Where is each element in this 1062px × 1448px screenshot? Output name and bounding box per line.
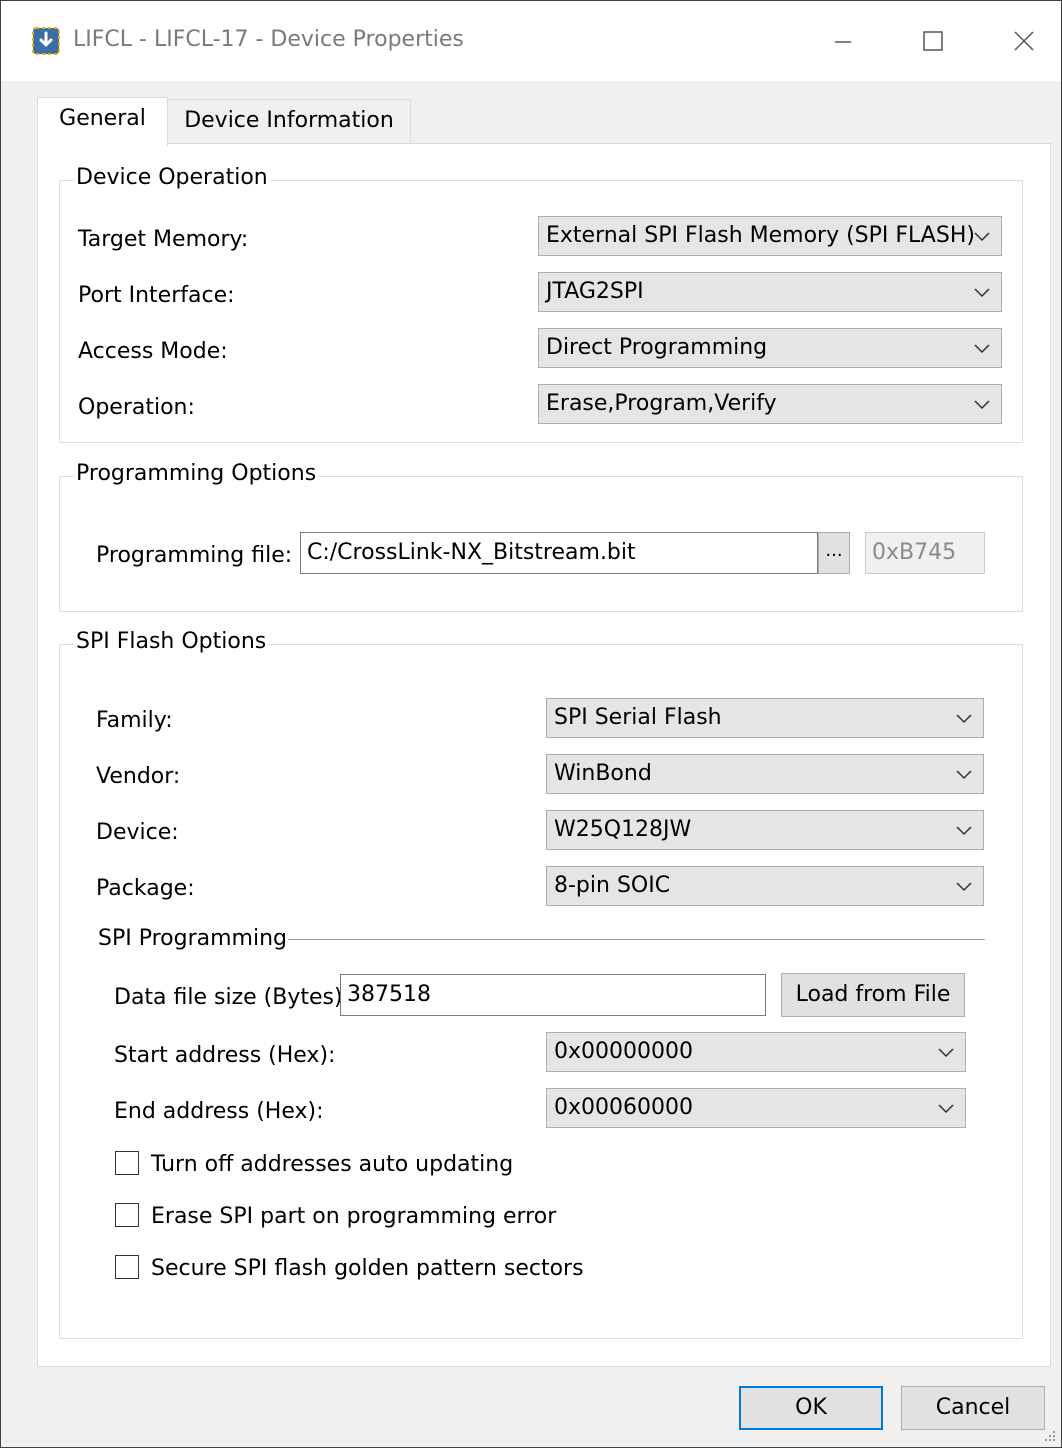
cancel-label: Cancel bbox=[935, 1395, 1011, 1420]
chevron-down-icon bbox=[974, 232, 990, 242]
chevron-down-icon bbox=[938, 1104, 954, 1114]
tab-general[interactable]: General bbox=[37, 97, 168, 146]
erase-on-error-checkbox[interactable] bbox=[115, 1203, 139, 1227]
package-label: Package: bbox=[96, 876, 195, 901]
access-mode-select[interactable]: Direct Programming bbox=[538, 328, 1002, 368]
device-operation-legend: Device Operation bbox=[74, 165, 270, 190]
minimize-icon bbox=[835, 41, 851, 43]
family-select[interactable]: SPI Serial Flash bbox=[546, 698, 984, 738]
programming-options-legend: Programming Options bbox=[74, 461, 319, 486]
minimize-button[interactable] bbox=[823, 21, 863, 61]
port-interface-label: Port Interface: bbox=[78, 283, 235, 308]
device-properties-dialog: LIFCL - LIFCL-17 - Device Properties Gen… bbox=[0, 0, 1062, 1448]
chevron-down-icon bbox=[956, 770, 972, 780]
checksum-field: 0xB745 bbox=[865, 532, 985, 574]
maximize-button[interactable] bbox=[913, 21, 953, 61]
operation-select[interactable]: Erase,Program,Verify bbox=[538, 384, 1002, 424]
programming-file-label: Programming file: bbox=[96, 543, 293, 568]
cancel-button[interactable]: Cancel bbox=[901, 1386, 1045, 1430]
family-value: SPI Serial Flash bbox=[554, 705, 722, 730]
load-from-file-button[interactable]: Load from File bbox=[781, 973, 965, 1017]
programming-file-value: C:/CrossLink-NX_Bitstream.bit bbox=[307, 540, 636, 565]
chevron-down-icon bbox=[956, 714, 972, 724]
general-tab-panel: Device Operation Target Memory: External… bbox=[37, 143, 1051, 1367]
target-memory-select[interactable]: External SPI Flash Memory (SPI FLASH) bbox=[538, 216, 1002, 256]
vendor-value: WinBond bbox=[554, 761, 652, 786]
package-select[interactable]: 8-pin SOIC bbox=[546, 866, 984, 906]
target-memory-label: Target Memory: bbox=[78, 227, 249, 252]
device-value: W25Q128JW bbox=[554, 817, 692, 842]
app-icon bbox=[32, 27, 60, 55]
access-mode-label: Access Mode: bbox=[78, 339, 228, 364]
title-bar[interactable]: LIFCL - LIFCL-17 - Device Properties bbox=[1, 1, 1061, 81]
browse-label: ... bbox=[825, 540, 843, 561]
resize-grip-icon[interactable] bbox=[1041, 1427, 1057, 1443]
browse-button[interactable]: ... bbox=[818, 532, 850, 574]
auto-update-addresses-label[interactable]: Turn off addresses auto updating bbox=[151, 1152, 513, 1177]
auto-update-addresses-checkbox[interactable] bbox=[115, 1151, 139, 1175]
programming-file-input[interactable]: C:/CrossLink-NX_Bitstream.bit bbox=[300, 532, 818, 574]
checksum-value: 0xB745 bbox=[872, 540, 957, 565]
data-file-size-input[interactable]: 387518 bbox=[340, 974, 766, 1016]
tab-device-information[interactable]: Device Information bbox=[167, 99, 411, 142]
operation-label: Operation: bbox=[78, 395, 195, 420]
end-address-label: End address (Hex): bbox=[114, 1099, 324, 1124]
port-interface-value: JTAG2SPI bbox=[546, 279, 644, 304]
operation-value: Erase,Program,Verify bbox=[546, 391, 777, 416]
window-title: LIFCL - LIFCL-17 - Device Properties bbox=[73, 27, 464, 52]
secure-golden-pattern-label[interactable]: Secure SPI flash golden pattern sectors bbox=[151, 1256, 584, 1281]
device-label: Device: bbox=[96, 820, 179, 845]
family-label: Family: bbox=[96, 708, 173, 733]
chevron-down-icon bbox=[974, 288, 990, 298]
port-interface-select[interactable]: JTAG2SPI bbox=[538, 272, 1002, 312]
vendor-label: Vendor: bbox=[96, 764, 181, 789]
start-address-label: Start address (Hex): bbox=[114, 1043, 336, 1068]
end-address-value: 0x00060000 bbox=[554, 1095, 693, 1120]
start-address-select[interactable]: 0x00000000 bbox=[546, 1032, 966, 1072]
spi-flash-options-legend: SPI Flash Options bbox=[74, 629, 269, 654]
package-value: 8-pin SOIC bbox=[554, 873, 671, 898]
access-mode-value: Direct Programming bbox=[546, 335, 768, 360]
device-select[interactable]: W25Q128JW bbox=[546, 810, 984, 850]
chevron-down-icon bbox=[938, 1048, 954, 1058]
start-address-value: 0x00000000 bbox=[554, 1039, 693, 1064]
data-file-size-label: Data file size (Bytes): bbox=[114, 985, 350, 1010]
chevron-down-icon bbox=[974, 344, 990, 354]
vendor-select[interactable]: WinBond bbox=[546, 754, 984, 794]
ok-label: OK bbox=[795, 1395, 827, 1420]
secure-golden-pattern-checkbox[interactable] bbox=[115, 1255, 139, 1279]
data-file-size-value: 387518 bbox=[347, 982, 431, 1007]
close-button[interactable] bbox=[1004, 21, 1044, 61]
close-icon bbox=[1014, 31, 1034, 51]
spi-programming-divider bbox=[288, 939, 985, 940]
target-memory-value: External SPI Flash Memory (SPI FLASH) bbox=[546, 223, 975, 248]
erase-on-error-label[interactable]: Erase SPI part on programming error bbox=[151, 1204, 556, 1229]
maximize-icon bbox=[923, 31, 943, 51]
ok-button[interactable]: OK bbox=[739, 1386, 883, 1430]
load-from-file-label: Load from File bbox=[795, 982, 951, 1007]
chevron-down-icon bbox=[956, 882, 972, 892]
spi-programming-heading: SPI Programming bbox=[98, 926, 287, 951]
chevron-down-icon bbox=[974, 400, 990, 410]
end-address-select[interactable]: 0x00060000 bbox=[546, 1088, 966, 1128]
chevron-down-icon bbox=[956, 826, 972, 836]
